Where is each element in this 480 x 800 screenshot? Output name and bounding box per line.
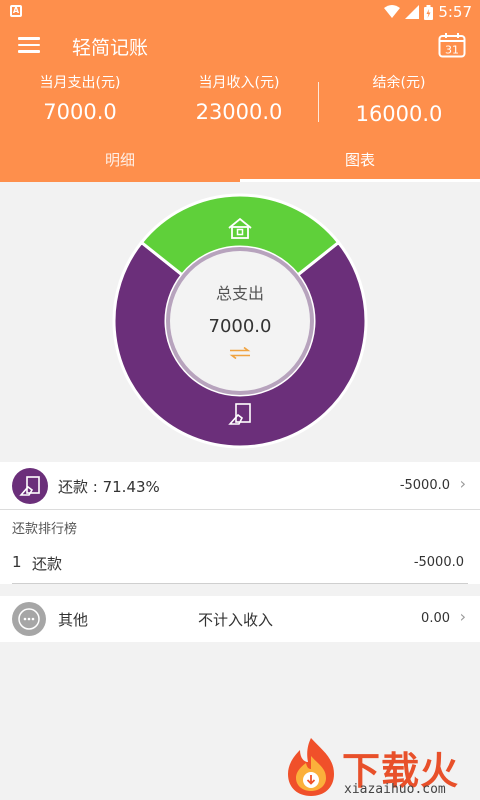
menu-icon[interactable] bbox=[18, 37, 40, 53]
ranking-divider bbox=[12, 583, 468, 584]
summary-amount: -5000.0 bbox=[399, 478, 450, 493]
total-expense-value: 7000.0 bbox=[208, 316, 272, 337]
notification-a-icon: A bbox=[10, 5, 22, 17]
status-bar: A 5:57 bbox=[0, 0, 480, 24]
stat-expense: 当月支出(元) 7000.0 bbox=[0, 72, 160, 124]
other-category-amount: 0.00 bbox=[421, 611, 450, 626]
stat-expense-label: 当月支出(元) bbox=[39, 75, 121, 91]
ranking-index: 1 bbox=[12, 553, 22, 571]
app-header: 轻简记账 31 当月支出(元) 7000.0 当月收入(元) 23000.0 结… bbox=[0, 24, 480, 182]
tab-details[interactable]: 明细 bbox=[0, 142, 240, 182]
battery-icon bbox=[424, 4, 434, 20]
category-summary-row[interactable]: 还款 : 71.43% -5000.0 › bbox=[0, 462, 480, 510]
other-category-label: 其他 bbox=[58, 611, 89, 629]
total-expense-title: 总支出 bbox=[215, 284, 264, 303]
calendar-day: 31 bbox=[445, 44, 459, 57]
ranking-section: 还款排行榜 1 还款 -5000.0 bbox=[0, 510, 480, 584]
stat-expense-value: 7000.0 bbox=[43, 100, 117, 124]
repayment-icon bbox=[19, 476, 40, 496]
ranking-title: 还款排行榜 bbox=[12, 522, 78, 537]
stat-balance-value: 16000.0 bbox=[355, 102, 443, 126]
stat-balance: 结余(元) 16000.0 bbox=[319, 72, 479, 126]
donut-center-text: 总支出 7000.0 bbox=[165, 280, 315, 359]
chevron-right-icon: › bbox=[459, 607, 466, 626]
summary-category-label: 还款 : 71.43% bbox=[58, 478, 160, 496]
tab-chart[interactable]: 图表 bbox=[240, 142, 480, 182]
stat-income-value: 23000.0 bbox=[195, 100, 283, 124]
other-category-note: 不计入收入 bbox=[198, 611, 274, 629]
status-time: 5:57 bbox=[438, 3, 472, 21]
chart-area: 总支出 7000.0 bbox=[0, 182, 480, 462]
ranking-item-name[interactable]: 还款 bbox=[32, 553, 62, 574]
signal-icon bbox=[405, 5, 420, 19]
swap-icon[interactable] bbox=[228, 347, 252, 359]
other-category-row[interactable]: 其他 不计入收入 0.00 › bbox=[0, 596, 480, 642]
chevron-right-icon: › bbox=[459, 474, 466, 493]
stat-balance-label: 结余(元) bbox=[372, 75, 426, 91]
ranking-item-amount: -5000.0 bbox=[413, 555, 464, 570]
monthly-stats: 当月支出(元) 7000.0 当月收入(元) 23000.0 结余(元) 160… bbox=[0, 72, 480, 142]
calendar-icon[interactable]: 31 bbox=[438, 32, 466, 58]
wifi-icon bbox=[384, 5, 401, 18]
view-tabs: 明细 图表 bbox=[0, 142, 480, 182]
other-category-icon bbox=[12, 602, 46, 636]
stat-income: 当月收入(元) 23000.0 bbox=[159, 72, 319, 124]
stat-income-label: 当月收入(元) bbox=[198, 75, 280, 91]
repayment-category-icon bbox=[12, 468, 48, 504]
more-dots-icon bbox=[18, 608, 40, 630]
watermark: 下载火 xiazaihuo.com bbox=[282, 736, 478, 798]
watermark-domain: xiazaihuo.com bbox=[344, 782, 446, 797]
status-icons: 5:57 bbox=[384, 2, 472, 22]
flame-logo-icon bbox=[288, 738, 334, 796]
app-title: 轻简记账 bbox=[72, 37, 149, 59]
